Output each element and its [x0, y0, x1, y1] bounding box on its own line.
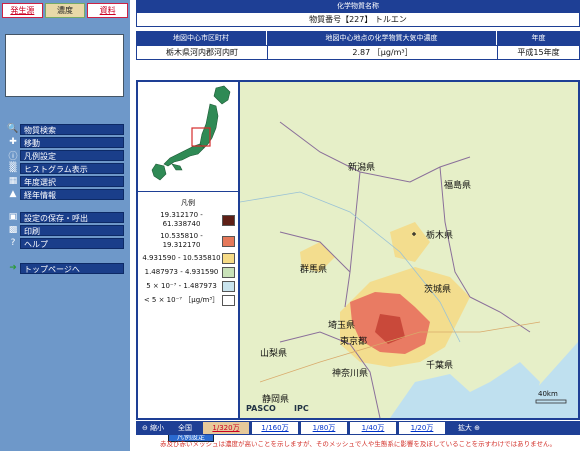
menu-item-print[interactable]: ▩ 印刷: [6, 224, 124, 236]
menu-item-search[interactable]: 🔍 物質検索: [6, 123, 124, 135]
credit-ipc: IPC: [294, 404, 309, 413]
legend-swatch-2: [222, 235, 235, 247]
legend-column: 凡例 19.312170 - 61.338740 10.535810 - 19.…: [138, 82, 238, 442]
tab-source[interactable]: 発生源: [2, 3, 43, 18]
legend-title: 凡例: [181, 199, 195, 207]
calendar-icon: ▦: [8, 176, 18, 186]
tab-concentration[interactable]: 濃度: [44, 3, 86, 18]
legend-item-4: 1.487973 - 4.931590: [141, 267, 235, 278]
label-gunma: 群馬県: [300, 265, 328, 275]
credit-pasco: PASCO: [246, 404, 276, 413]
menu-item-help[interactable]: ? ヘルプ: [6, 237, 124, 249]
legend-swatch-3: [222, 253, 235, 264]
scale-1-160man[interactable]: 1/160万: [252, 422, 298, 434]
legend-item-1: 19.312170 - 61.338740: [141, 211, 235, 229]
histogram-icon: ▒: [9, 163, 17, 173]
label-ibaraki: 茨城県: [424, 285, 452, 295]
zoom-out-icon: ⊖: [141, 424, 148, 432]
menu-group-settings: ▣ 設定の保存・呼出 ▩ 印刷 ? ヘルプ: [6, 211, 124, 250]
legend-item-3: 4.931590 - 10.535810: [141, 253, 235, 264]
label-fukushima: 福島県: [444, 181, 472, 191]
menu-item-yearly-info[interactable]: ▲ 経年情報: [6, 188, 124, 200]
scale-1-40man[interactable]: 1/40万: [350, 422, 396, 434]
menu-item-histogram[interactable]: ▒ ヒストグラム表示: [6, 162, 124, 174]
menu-group-top: ➜ トップページへ: [6, 262, 124, 275]
menu-item-top-page[interactable]: ➜ トップページへ: [6, 262, 124, 274]
info-header-row: 地図中心市区町村 地図中心地点の化学物質大気中濃度 年度: [136, 31, 580, 45]
menu-item-save-load[interactable]: ▣ 設定の保存・呼出: [6, 211, 124, 223]
scale-bar: ⊖ 縮小 全国 1/320万 1/160万 1/80万 1/40万 1/20万 …: [136, 421, 580, 435]
info-icon: ⓘ: [8, 151, 18, 162]
scale-1-320man[interactable]: 1/320万: [203, 422, 249, 434]
scale-1-80man[interactable]: 1/80万: [301, 422, 347, 434]
city-value: 栃木県河内郡河内町: [166, 48, 238, 57]
label-yamanashi: 山梨県: [260, 349, 288, 359]
legend-item-2: 10.535810 - 19.312170: [141, 232, 235, 250]
substance-title-label: 化学物質名称: [136, 0, 580, 12]
concentration-map[interactable]: 新潟県 福島県 栃木県 群馬県 茨城県 埼玉県 東京都 山梨県 神奈川県 千葉県…: [240, 82, 578, 418]
main-area: 化学物質名称 物質番号【227】 トルエン 地図中心市区町村 地図中心地点の化学…: [136, 0, 580, 451]
map-scale-label: 40km: [538, 390, 558, 398]
tab-materials[interactable]: 資料: [87, 3, 129, 18]
menu-item-legend-settings[interactable]: ⓘ 凡例設定: [6, 149, 124, 162]
menu-group-main: 🔍 物質検索 ✚ 移動 ⓘ 凡例設定 ▒ ヒストグラム表示 ▦ 年度選択 ▲ 経年情報: [6, 123, 124, 201]
legend-swatch-5: [222, 281, 235, 292]
chart-icon: ▲: [9, 189, 17, 199]
app-root: 発生源 濃度 資料 🔍 物質検索 ✚ 移動 ⓘ 凡例設定 ▒ ヒストグラム表示 ▦ 年度選…: [0, 0, 580, 451]
year-value: 平成15年度: [497, 46, 579, 59]
save-icon: ▣: [8, 212, 18, 222]
content-body: 凡例 19.312170 - 61.338740 10.535810 - 19.…: [136, 80, 580, 442]
label-niigata: 新潟県: [348, 163, 376, 173]
label-tochigi: 栃木県: [426, 231, 454, 241]
concentration-value: 2.87 ［µg/m³］: [267, 46, 497, 59]
label-tokyo: 東京都: [340, 337, 368, 347]
zoom-out-button[interactable]: ⊖ 縮小: [136, 422, 170, 434]
legend: 凡例 19.312170 - 61.338740 10.535810 - 19.…: [138, 194, 238, 442]
tab-bar: 発生源 濃度 資料: [2, 3, 129, 18]
zoom-in-button[interactable]: 拡大 ⊕: [451, 422, 487, 434]
help-icon: ?: [10, 238, 16, 248]
menu-item-year-select[interactable]: ▦ 年度選択: [6, 175, 124, 187]
info-box: [5, 34, 124, 97]
label-kanagawa: 神奈川県: [332, 369, 369, 379]
japan-overview-map[interactable]: [138, 82, 238, 192]
legend-item-6: < 5 × 10⁻⁷ ［µg/m³］: [141, 295, 235, 306]
legend-swatch-1: [222, 214, 235, 226]
label-chiba: 千葉県: [426, 361, 454, 371]
left-panel: 発生源 濃度 資料 🔍 物質検索 ✚ 移動 ⓘ 凡例設定 ▒ ヒストグラム表示 ▦ 年度選…: [0, 0, 130, 451]
print-icon: ▩: [8, 225, 18, 235]
label-saitama: 埼玉県: [328, 321, 356, 331]
menu-item-move[interactable]: ✚ 移動: [6, 136, 124, 148]
city-header: 地図中心市区町村: [173, 34, 229, 42]
home-arrow-icon: ➜: [9, 263, 17, 273]
scale-all-button[interactable]: 全国: [170, 422, 200, 434]
disclaimer-note: 赤及び赤いメッシュは濃度が高いことを示しますが、そのメッシュで人や生態系に影響を…: [160, 440, 556, 448]
scale-1-20man[interactable]: 1/20万: [399, 422, 445, 434]
legend-swatch-6: [222, 295, 235, 306]
legend-swatch-4: [222, 267, 235, 278]
move-icon: ✚: [9, 137, 17, 147]
search-icon: 🔍: [7, 124, 19, 134]
legend-item-5: 5 × 10⁻⁷ - 1.487973: [141, 281, 235, 292]
substance-name: 物質番号【227】 トルエン: [136, 12, 580, 27]
concentration-header: 地図中心地点の化学物質大気中濃度: [266, 31, 496, 45]
year-header: 年度: [496, 31, 580, 45]
zoom-in-icon: ⊕: [474, 424, 481, 432]
info-value-row: 栃木県河内郡河内町 2.87 ［µg/m³］ 平成15年度: [136, 45, 580, 60]
